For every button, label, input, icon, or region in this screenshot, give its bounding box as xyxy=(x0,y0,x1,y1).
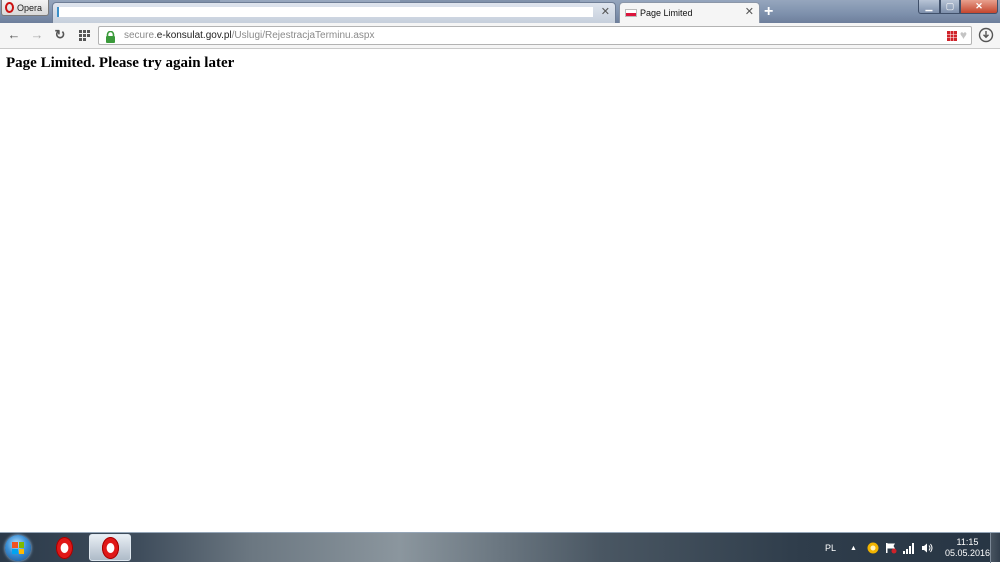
navigation-toolbar: ← → ↻ secure.e-konsulat.gov.pl/Uslugi/Re… xyxy=(0,23,1000,49)
system-tray: PL ▲ 11:15 05.05.2016 xyxy=(825,533,990,563)
new-tab-button[interactable]: + xyxy=(764,3,773,20)
taskbar-opera-active[interactable] xyxy=(89,534,131,561)
back-arrow-icon[interactable]: ← xyxy=(6,27,22,43)
taskbar-opera-pinned[interactable] xyxy=(42,534,86,561)
window-controls: ▁ ▢ ✕ xyxy=(918,0,998,14)
url-path: /Uslugi/RejestracjaTerminu.aspx xyxy=(231,30,375,41)
action-center-flag-icon[interactable] xyxy=(885,542,897,554)
forward-arrow-icon[interactable]: → xyxy=(29,27,45,43)
opera-logo-icon xyxy=(5,2,14,13)
tab-close-icon[interactable]: ✕ xyxy=(745,6,754,19)
show-hidden-icons-arrow[interactable]: ▲ xyxy=(850,545,857,552)
windows-taskbar: PL ▲ 11:15 05.05.2016 xyxy=(0,532,1000,563)
address-bar[interactable]: secure.e-konsulat.gov.pl/Uslugi/Rejestra… xyxy=(98,26,972,45)
network-signal-icon[interactable] xyxy=(902,542,915,554)
start-button[interactable] xyxy=(5,535,31,561)
close-window-button[interactable]: ✕ xyxy=(960,0,998,14)
clock-date: 05.05.2016 xyxy=(944,548,990,558)
opera-menu-button[interactable]: Opera xyxy=(1,0,49,16)
minimize-button[interactable]: ▁ xyxy=(918,0,940,14)
opera-icon xyxy=(101,536,119,559)
tab-close-icon[interactable]: ✕ xyxy=(601,6,610,19)
reload-icon[interactable]: ↻ xyxy=(52,27,68,43)
heart-bookmark-icon[interactable]: ♥ xyxy=(960,29,967,42)
volume-icon[interactable] xyxy=(921,542,933,554)
tray-app-icon[interactable] xyxy=(867,542,879,554)
maximize-button[interactable]: ▢ xyxy=(940,0,960,14)
speed-dial-icon[interactable] xyxy=(76,27,92,43)
language-indicator[interactable]: PL xyxy=(825,543,836,553)
lock-icon xyxy=(105,30,116,43)
address-bar-actions: ♥ xyxy=(946,29,967,42)
download-icon[interactable] xyxy=(978,27,994,43)
url-text: secure.e-konsulat.gov.pl/Uslugi/Rejestra… xyxy=(124,30,375,41)
tab-inactive[interactable]: ✕ xyxy=(52,2,616,23)
tab-title-redacted xyxy=(57,7,593,17)
opera-icon xyxy=(55,536,73,559)
show-desktop-button[interactable] xyxy=(990,533,1000,563)
title-bar: Opera ✕ Page Limited ✕ + ▁ ▢ ✕ xyxy=(0,0,1000,23)
extension-grid-icon[interactable] xyxy=(946,30,957,41)
clock-time: 11:15 xyxy=(956,537,979,547)
poland-flag-icon xyxy=(625,9,637,17)
url-scheme-prefix: secure. xyxy=(124,30,157,41)
windows-logo-icon xyxy=(12,542,24,554)
tab-title: Page Limited xyxy=(640,8,693,18)
url-host: e-konsulat.gov.pl xyxy=(156,30,232,41)
tab-page-limited[interactable]: Page Limited ✕ xyxy=(619,2,760,23)
tray-clock[interactable]: 11:15 05.05.2016 xyxy=(945,537,990,559)
opera-menu-label: Opera xyxy=(17,2,43,13)
page-content: Page Limited. Please try again later xyxy=(0,49,1000,532)
speed-dial-grid-icon xyxy=(78,29,90,41)
page-heading: Page Limited. Please try again later xyxy=(6,55,235,71)
